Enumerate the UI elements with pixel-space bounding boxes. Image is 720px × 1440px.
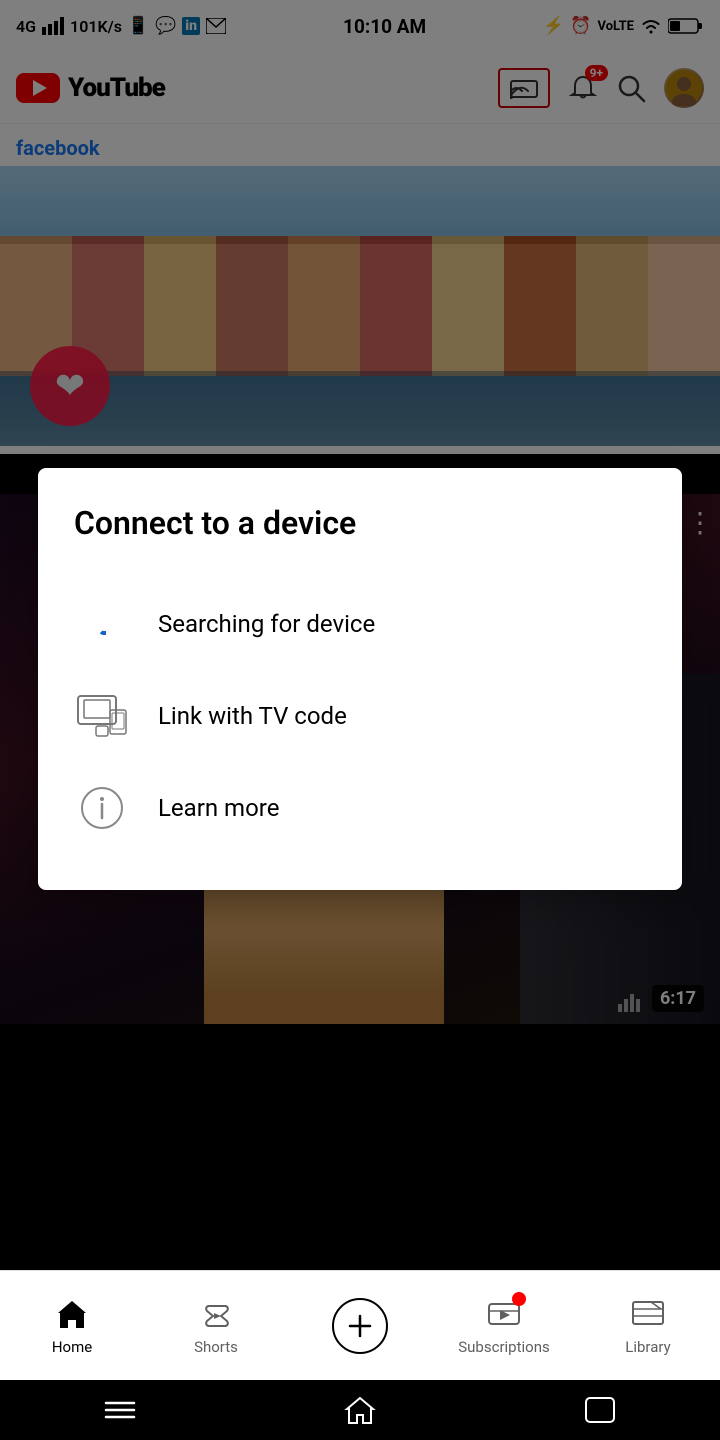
shorts-icon — [198, 1296, 234, 1332]
subscriptions-icon — [486, 1296, 522, 1332]
home-label: Home — [52, 1338, 92, 1356]
link-tv-code-label: Link with TV code — [158, 702, 347, 730]
home-icon — [54, 1296, 90, 1332]
searching-icon — [74, 596, 130, 652]
system-home-button[interactable] — [330, 1390, 390, 1430]
link-tv-code-item[interactable]: Link with TV code — [74, 670, 646, 762]
nav-shorts[interactable]: Shorts — [144, 1296, 288, 1356]
create-button[interactable] — [332, 1298, 388, 1354]
searching-device-item[interactable]: Searching for device — [74, 578, 646, 670]
system-nav — [0, 1380, 720, 1440]
searching-device-label: Searching for device — [158, 610, 375, 638]
shorts-label: Shorts — [194, 1338, 238, 1356]
nav-home[interactable]: Home — [0, 1296, 144, 1356]
nav-subscriptions[interactable]: Subscriptions — [432, 1296, 576, 1356]
bottom-nav: Home Shorts — [0, 1270, 720, 1380]
info-icon — [74, 780, 130, 836]
nav-library[interactable]: Library — [576, 1296, 720, 1356]
library-label: Library — [625, 1338, 670, 1356]
learn-more-label: Learn more — [158, 794, 279, 822]
connect-device-modal: Connect to a device Searching for device… — [38, 468, 682, 890]
system-menu-button[interactable] — [90, 1390, 150, 1430]
nav-create[interactable] — [288, 1298, 432, 1354]
modal-title: Connect to a device — [74, 504, 646, 542]
system-back-button[interactable] — [570, 1390, 630, 1430]
library-icon — [630, 1296, 666, 1332]
subscriptions-label: Subscriptions — [458, 1338, 549, 1356]
learn-more-item[interactable]: Learn more — [74, 762, 646, 854]
tv-code-icon — [74, 688, 130, 744]
subscriptions-notification-dot — [512, 1292, 526, 1306]
